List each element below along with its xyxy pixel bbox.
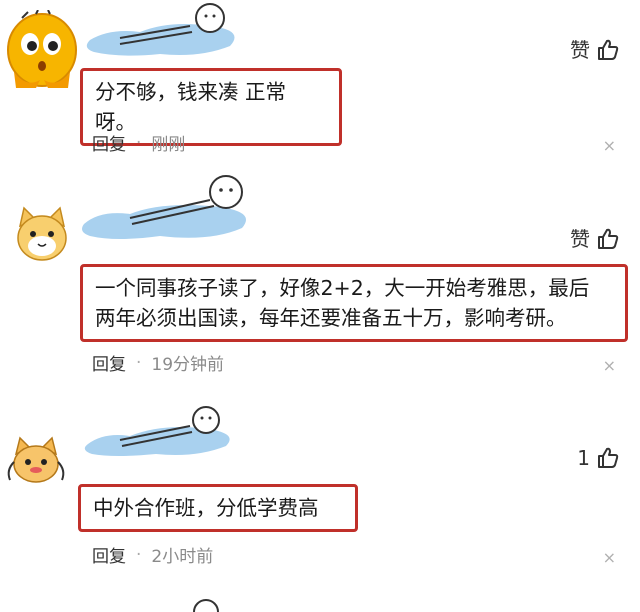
lying-figure-sticker bbox=[86, 3, 235, 56]
comment-3: 1 中外合作班，分低学费高 回复 · 2小时前 × bbox=[0, 402, 640, 612]
reply-button[interactable]: 回复 bbox=[92, 130, 126, 155]
separator-dot: · bbox=[136, 544, 142, 565]
comment-time: 19分钟前 bbox=[151, 355, 225, 375]
close-icon[interactable]: × bbox=[603, 136, 616, 155]
thumbs-up-icon bbox=[598, 228, 619, 249]
comment-time: 2小时前 bbox=[151, 547, 214, 567]
like-button[interactable]: 赞 bbox=[570, 38, 620, 62]
comment-text: 中外合作班，分低学费高 bbox=[93, 496, 319, 520]
like-label: 赞 bbox=[570, 227, 590, 251]
close-icon[interactable]: × bbox=[603, 356, 616, 375]
separator-dot: · bbox=[136, 132, 142, 153]
emoji-face-icon bbox=[7, 10, 77, 88]
comment-text-line-1: 一个同事孩子读了，好像2+2，大一开始考雅思，最后 bbox=[95, 276, 590, 300]
reply-button[interactable]: 回复 bbox=[92, 350, 126, 375]
thumbs-up-icon bbox=[598, 39, 619, 60]
cat-pigtails-icon bbox=[7, 436, 65, 483]
like-button[interactable]: 赞 bbox=[570, 227, 620, 251]
like-button[interactable]: 1 bbox=[577, 446, 620, 470]
comment-text-box: 中外合作班，分低学费高 bbox=[78, 484, 358, 532]
like-label: 赞 bbox=[570, 38, 590, 62]
lying-figure-sticker bbox=[82, 175, 246, 239]
avatar-cat[interactable] bbox=[12, 204, 72, 264]
comment-2: 赞 一个同事孩子读了，好像2+2，大一开始考雅思，最后 两年必须出国读，每年还要… bbox=[0, 172, 640, 402]
comment-1: 赞 分不够，钱来凑 正常呀。 回复 · 刚刚 × bbox=[0, 0, 640, 175]
comment-meta: 回复 · 2小时前 bbox=[92, 542, 214, 568]
separator-dot: · bbox=[136, 352, 142, 373]
comment-text-box: 一个同事孩子读了，好像2+2，大一开始考雅思，最后 两年必须出国读，每年还要准备… bbox=[80, 264, 628, 342]
thumbs-up-icon bbox=[598, 447, 619, 468]
avatar-emoji[interactable] bbox=[6, 10, 78, 88]
close-icon[interactable]: × bbox=[603, 548, 616, 567]
comment-text-line-2: 两年必须出国读，每年还要准备五十万，影响考研。 bbox=[95, 306, 567, 330]
comment-time: 刚刚 bbox=[151, 135, 186, 155]
lying-figure-sticker-partial bbox=[193, 599, 219, 612]
comment-meta: 回复 · 19分钟前 bbox=[92, 350, 225, 376]
comment-text: 分不够，钱来凑 正常呀。 bbox=[95, 80, 287, 134]
reply-button[interactable]: 回复 bbox=[92, 542, 126, 567]
cat-face-icon bbox=[17, 206, 67, 261]
lying-figure-sticker bbox=[84, 406, 230, 456]
avatar-cat-with-pigtails[interactable] bbox=[4, 436, 68, 488]
comment-meta: 回复 · 刚刚 bbox=[92, 130, 186, 156]
like-count: 1 bbox=[577, 446, 590, 470]
